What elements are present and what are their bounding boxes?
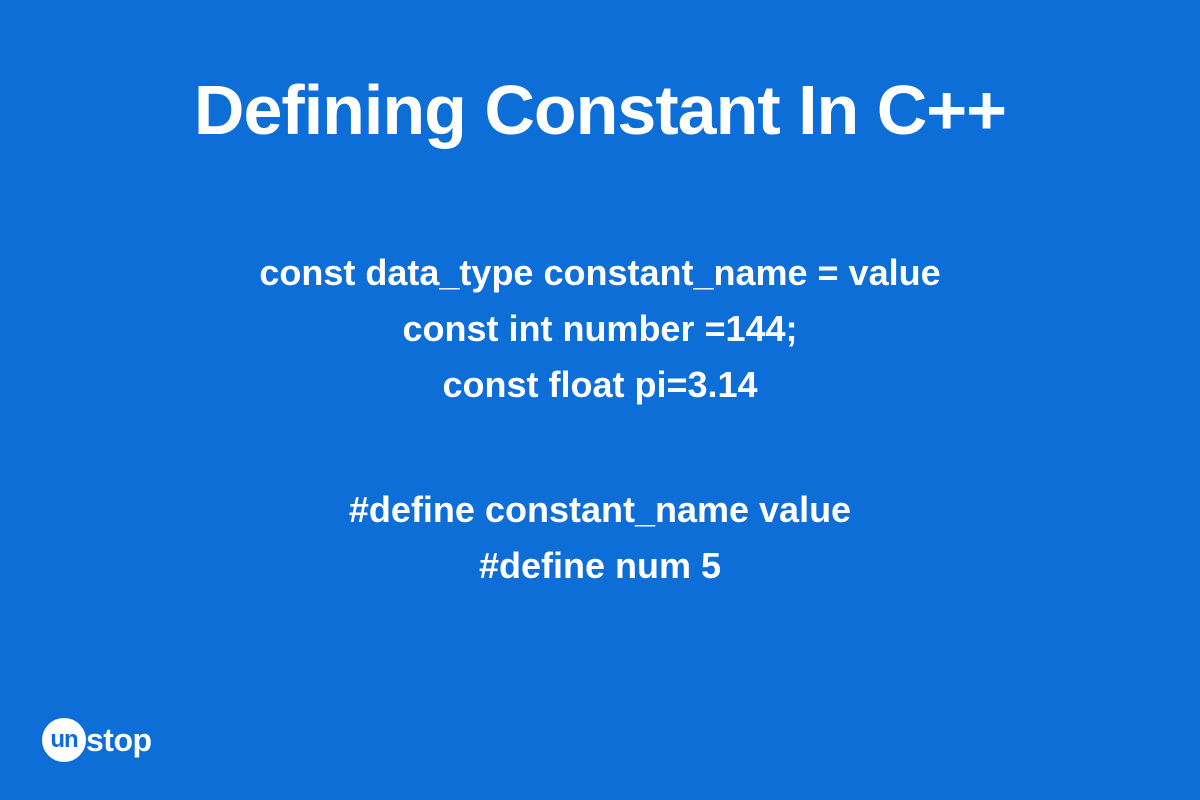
code-line: #define constant_name value xyxy=(100,482,1100,538)
brand-logo: un stop xyxy=(42,718,152,762)
code-line: const int number =144; xyxy=(100,301,1100,357)
logo-text: stop xyxy=(86,722,152,759)
code-line: const float pi=3.14 xyxy=(100,357,1100,413)
logo-circle-text: un xyxy=(50,726,77,754)
slide-container: Defining Constant In C++ const data_type… xyxy=(0,0,1200,594)
logo-circle-icon: un xyxy=(42,718,86,762)
const-syntax-block: const data_type constant_name = value co… xyxy=(100,245,1100,412)
define-syntax-block: #define constant_name value #define num … xyxy=(100,482,1100,594)
code-line: const data_type constant_name = value xyxy=(100,245,1100,301)
slide-title: Defining Constant In C++ xyxy=(100,70,1100,150)
code-line: #define num 5 xyxy=(100,538,1100,594)
